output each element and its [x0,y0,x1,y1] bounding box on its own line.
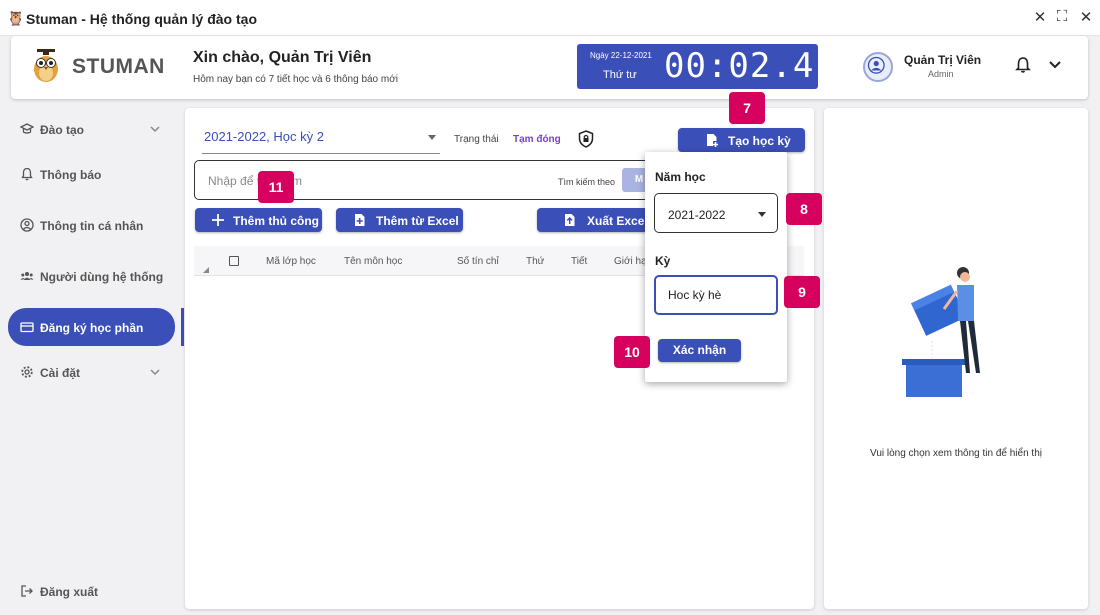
import-excel-label: Thêm từ Excel [376,214,459,228]
sidebar-item-label: Đào tạo [40,123,85,137]
semester-value: 2021-2022, Học kỳ 2 [204,129,324,144]
year-select[interactable]: 2021-2022 [654,193,778,233]
user-avatar-icon [867,56,885,74]
app-header: STUMAN Xin chào, Quản Trị Viên Hôm nay b… [11,36,1088,99]
minimize-icon[interactable]: ✕ [1030,8,1050,26]
export-file-icon [565,214,575,226]
gear-icon [21,366,33,378]
status-value: Tạm đóng [513,134,561,145]
user-circle-icon [20,218,34,232]
col-ten-mon[interactable]: Tên môn học [344,256,402,267]
user-role: Admin [928,69,954,79]
search-by-label: Tìm kiếm theo [558,177,616,187]
detail-panel: Vui lòng chọn xem thông tin để hiển thị [824,108,1088,609]
title-bar: 🦉 Stuman - Hệ thống quản lý đào tạo ✕ ⛶ … [0,0,1100,36]
sidebar-item-label: Cài đặt [40,366,81,380]
user-name: Quản Trị Viên [904,53,982,67]
graduation-cap-icon [20,123,34,134]
bell-icon [21,167,33,181]
semester-select[interactable]: 2021-2022, Học kỳ 2 [202,121,440,154]
card-icon [20,322,34,333]
lock-shield-icon[interactable] [578,130,594,148]
step-marker-10: 10 [614,336,650,368]
export-excel-label: Xuất Excel [587,214,648,228]
close-window-icon[interactable]: ✕ [1076,8,1096,26]
empty-box-illustration [902,267,980,397]
create-semester-label: Tạo học kỳ [728,134,791,148]
step-marker-7: 7 [729,92,765,124]
users-icon [20,272,34,280]
dropdown-arrow-icon [758,212,766,217]
sidebar-item-label: Người dùng hệ thống [40,270,164,284]
sidebar-item-nguoi-dung[interactable]: Người dùng hệ thống [8,257,175,295]
sidebar-item-label: Thông báo [40,168,102,182]
subgreeting: Hôm nay bạn có 7 tiết học và 6 thông báo… [193,74,399,85]
col-thu[interactable]: Thứ [526,256,544,267]
sidebar: Đào tạo Thông báo Thông tin cá nhân Ngườ… [0,108,180,615]
sidebar-item-dao-tao[interactable]: Đào tạo [8,110,175,148]
logout-label: Đăng xuất [40,585,99,599]
year-label: Năm học [655,170,706,184]
step-marker-11: 11 [258,171,294,203]
active-indicator [181,308,184,346]
window-title: Stuman - Hệ thống quản lý đào tạo [26,11,257,27]
step-marker-9: 9 [784,276,820,308]
sort-icon[interactable] [203,267,209,273]
plus-icon [212,214,224,226]
owl-icon: 🦉 [7,10,25,26]
clock-widget: Ngày 22-12-2021 Thứ tư 00:02.41 [577,44,835,89]
avatar[interactable] [863,52,893,82]
clock-date: Ngày 22-12-2021 [590,51,652,60]
sidebar-item-label: Thông tin cá nhân [40,219,144,233]
chevron-down-icon [150,369,160,376]
col-so-tin-chi[interactable]: Số tín chỉ [457,256,499,267]
empty-message: Vui lòng chọn xem thông tin để hiển thị [870,448,1042,459]
col-ma-lop[interactable]: Mã lớp học [266,256,316,267]
confirm-button[interactable]: Xác nhận [658,339,741,362]
step-marker-8: 8 [786,193,822,225]
clock-weekday: Thứ tư [603,69,637,81]
logout-icon [21,585,33,597]
create-semester-popup: Năm học 2021-2022 Kỳ Xác nhận [645,152,787,382]
sidebar-item-thong-tin-ca-nhan[interactable]: Thông tin cá nhân [8,206,175,244]
dropdown-arrow-icon [428,135,436,140]
logout-button[interactable]: Đăng xuất [8,572,175,610]
term-label: Kỳ [655,254,671,268]
add-file-icon [355,214,365,226]
sidebar-item-label: Đăng ký học phần [40,321,144,335]
year-value: 2021-2022 [668,208,726,222]
add-manual-button[interactable]: Thêm thủ công [195,208,322,232]
bell-icon[interactable] [1014,56,1032,74]
add-manual-label: Thêm thủ công [233,214,319,228]
chevron-down-icon [150,126,160,133]
add-document-icon [707,134,718,147]
greeting: Xin chào, Quản Trị Viên [193,49,372,66]
import-excel-button[interactable]: Thêm từ Excel [336,208,463,232]
export-excel-button[interactable]: Xuất Excel [537,208,651,232]
term-input[interactable] [654,275,778,315]
owl-logo-icon [34,49,58,82]
chevron-down-icon[interactable] [1048,58,1062,72]
col-tiet[interactable]: Tiết [571,256,587,267]
clock-time: 00:02.41 [664,46,836,86]
logo-text: STUMAN [72,55,165,78]
fullscreen-icon[interactable]: ⛶ [1052,8,1072,25]
select-all-checkbox[interactable] [229,256,239,266]
create-semester-button[interactable]: Tạo học kỳ [678,128,805,152]
status-label: Trạng thái [454,134,499,145]
sidebar-item-dang-ky-hoc-phan[interactable]: Đăng ký học phần [8,308,175,346]
sidebar-item-cai-dat[interactable]: Cài đặt [8,353,175,391]
sidebar-item-thong-bao[interactable]: Thông báo [8,155,175,193]
